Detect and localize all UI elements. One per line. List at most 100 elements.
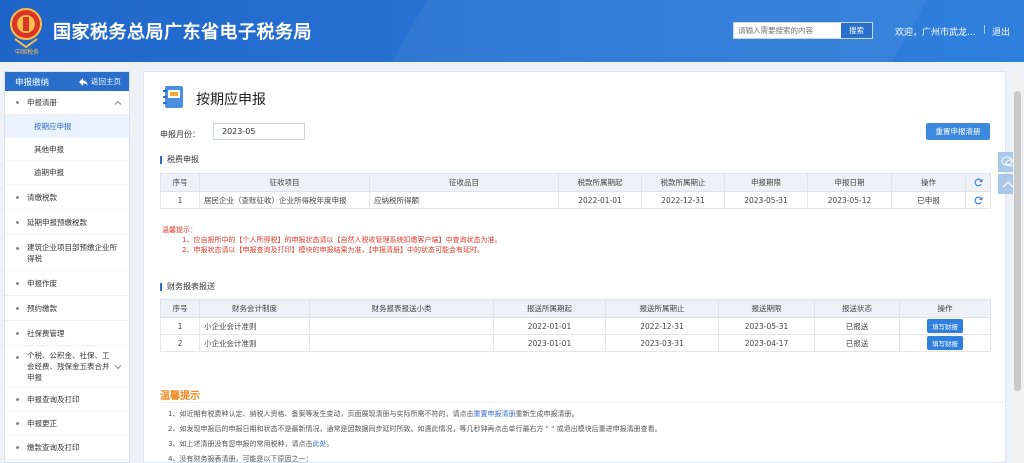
sidebar-item-deferred-prepay[interactable]: 延期申报预缴税款 xyxy=(5,210,129,235)
status-cell: 已报送 xyxy=(814,334,900,352)
return-arrow-icon xyxy=(79,77,88,86)
table-cell: 1 xyxy=(160,191,200,209)
site-title: 国家税务总局广东省电子税务局 xyxy=(53,22,312,43)
tip-text: 。 xyxy=(326,440,334,448)
table-cell xyxy=(309,334,494,352)
col-header: 序号 xyxy=(160,173,200,192)
action-cell: 填写财报 xyxy=(899,317,991,335)
return-home-label: 返回主页 xyxy=(91,77,121,86)
bullet-icon xyxy=(16,398,19,401)
table-cell: 1 xyxy=(160,317,200,335)
table-cell: 2023-01-01 xyxy=(493,334,606,352)
sidebar-item-label: 建筑企业项目部预缴企业所得税 xyxy=(27,242,117,263)
month-field[interactable]: 2023-05 xyxy=(213,123,305,140)
click-here-link[interactable]: 此处 xyxy=(312,440,326,448)
tips-divider xyxy=(160,402,1005,403)
table-cell: 小企业会计准则 xyxy=(199,317,310,335)
sidebar-item-label: 申报查询及打印 xyxy=(27,395,80,404)
table-row: 1 居民企业（查账征收）企业所得税年度申报 应纳税所得额 2022-01-01 … xyxy=(160,191,991,209)
bullet-icon xyxy=(16,306,19,310)
chevron-down-icon xyxy=(114,364,122,369)
col-header: 报送所属期起 xyxy=(493,299,606,318)
sidebar-item-correction[interactable]: 申报更正 xyxy=(5,412,129,436)
col-header: 操作 xyxy=(891,173,966,192)
scrollbar[interactable] xyxy=(1013,71,1022,463)
chevron-up-icon xyxy=(114,100,122,105)
search-button[interactable]: 搜索 xyxy=(841,23,872,38)
return-home-link[interactable]: 返回主页 xyxy=(79,76,121,87)
tax-table-header-row: 序号 征收项目 征收品目 税款所属期起 税款所属期止 申报期限 申报日期 操作 xyxy=(160,173,991,192)
sidebar-title: 申报缴纳 xyxy=(15,77,50,88)
refresh-all-cell[interactable] xyxy=(965,173,991,192)
sidebar-item-label: 缴款查询及打印 xyxy=(27,443,80,452)
financial-table-header-row: 序号 财务会计制度 财务报表报送小类 报送所属期起 报送所属期止 报送期限 报送… xyxy=(160,299,991,318)
table-cell: 2022-01-01 xyxy=(558,191,642,209)
notebook-icon xyxy=(163,86,183,108)
bullet-icon xyxy=(16,247,19,250)
bullet-icon xyxy=(16,195,19,199)
status-cell: 已报送 xyxy=(814,317,900,335)
sidebar-item-declaration-list[interactable]: 申报清册 xyxy=(5,91,129,115)
table-cell: 2023-04-17 xyxy=(718,334,815,352)
reset-list-link[interactable]: 重置申报清册 xyxy=(473,410,515,418)
sidebar-item-query-print[interactable]: 申报查询及打印 xyxy=(5,388,129,412)
sidebar-item-label: 申报更正 xyxy=(27,419,57,428)
sidebar-sub-overdue-declaration[interactable]: 逾期申报 xyxy=(5,161,129,185)
search-input[interactable] xyxy=(734,23,841,38)
fill-report-button[interactable]: 填写财报 xyxy=(927,336,963,350)
sidebar-item-five-forms-combined[interactable]: 个税、公积金、社保、工会经费、残保金五表合并申报 xyxy=(5,346,129,388)
col-header: 报送状态 xyxy=(814,299,900,318)
logout-link[interactable]: 退出 xyxy=(992,25,1010,38)
refresh-icon[interactable] xyxy=(974,178,983,187)
col-header: 财务报表报送小类 xyxy=(309,299,494,318)
status-cell: 已申报 xyxy=(891,191,966,209)
sidebar-sub-other-declaration[interactable]: 其他申报 xyxy=(5,138,129,161)
bullet-icon xyxy=(16,101,19,104)
bullet-icon xyxy=(16,281,19,285)
tip-line-4: 4、没有财务报表清册，可能是以下原因之一： xyxy=(168,455,313,463)
sidebar-item-payment-query[interactable]: 缴款查询及打印 xyxy=(5,436,129,460)
col-header: 操作 xyxy=(899,299,991,318)
bullet-icon xyxy=(16,220,19,224)
table-cell: 应纳税所得额 xyxy=(369,191,559,209)
bullet-icon xyxy=(16,446,19,449)
sidebar-sub-periodic-declaration[interactable]: 按期应申报 xyxy=(5,115,129,138)
col-header: 报送所属期止 xyxy=(605,299,719,318)
welcome-user[interactable]: 欢迎，广州市武龙... xyxy=(895,25,976,38)
col-header: 申报期限 xyxy=(724,173,808,192)
refresh-icon[interactable] xyxy=(974,196,983,205)
col-header: 税款所属期起 xyxy=(558,173,642,192)
page-title: 按期应申报 xyxy=(196,92,266,108)
col-header: 财务会计制度 xyxy=(199,299,310,318)
sidebar-item-construction-prepay[interactable]: 建筑企业项目部预缴企业所得税 xyxy=(5,235,129,271)
sidebar-item-label: 清缴税款 xyxy=(27,192,57,202)
sidebar-item-social-insurance[interactable]: 社保费管理 xyxy=(5,321,129,346)
sidebar-item-label: 延期申报预缴税款 xyxy=(27,217,87,227)
tip-text: 重新生成申报清册。 xyxy=(515,410,579,418)
warning-line: 2、申报状态请以【申报查询及打印】模块的申报结果为准，【申报清册】中的状态可能会… xyxy=(182,246,484,254)
sidebar-item-void-declaration[interactable]: 申报作废 xyxy=(5,271,129,296)
sidebar-item-clear-tax[interactable]: 清缴税款 xyxy=(5,185,129,210)
bullet-icon xyxy=(16,356,19,359)
col-header: 税款所属期止 xyxy=(641,173,725,192)
sidebar-item-scheduled-payment[interactable]: 预约缴款 xyxy=(5,296,129,321)
table-cell: 2023-05-12 xyxy=(807,191,892,209)
sidebar-item-label: 个税、公积金、社保、工会经费、残保金五表合并申报 xyxy=(27,351,110,382)
tip-line-1: 1、如近期有税费种认定、纳税人资格、备案等发生变动，页面展现清册与实际所需不符的… xyxy=(168,409,578,419)
col-header: 报送期限 xyxy=(718,299,815,318)
sidebar-item-label: 社保费管理 xyxy=(27,328,65,338)
scrollbar-thumb[interactable] xyxy=(1014,91,1021,391)
tax-section-title: 税费申报 xyxy=(160,156,199,164)
fill-report-button[interactable]: 填写财报 xyxy=(927,319,963,333)
col-header: 征收项目 xyxy=(199,173,370,192)
table-cell: 小企业会计准则 xyxy=(199,334,310,352)
table-cell: 2 xyxy=(160,334,200,352)
month-label: 申报月份： xyxy=(160,130,200,139)
reset-list-button[interactable]: 重置申报清册 xyxy=(926,123,990,140)
table-row: 2 小企业会计准则 2023-01-01 2023-03-31 2023-04-… xyxy=(160,334,991,352)
table-cell: 2023-05-31 xyxy=(718,317,815,335)
table-cell: 2023-05-31 xyxy=(724,191,808,209)
sidebar-item-label: 申报清册 xyxy=(27,98,57,107)
refresh-row-cell[interactable] xyxy=(965,191,991,209)
tip-line-2: 2、如发现申报后的申报日期和状态不是最新情况，通常是因数据同步延时所致。如遇此情… xyxy=(168,425,662,433)
